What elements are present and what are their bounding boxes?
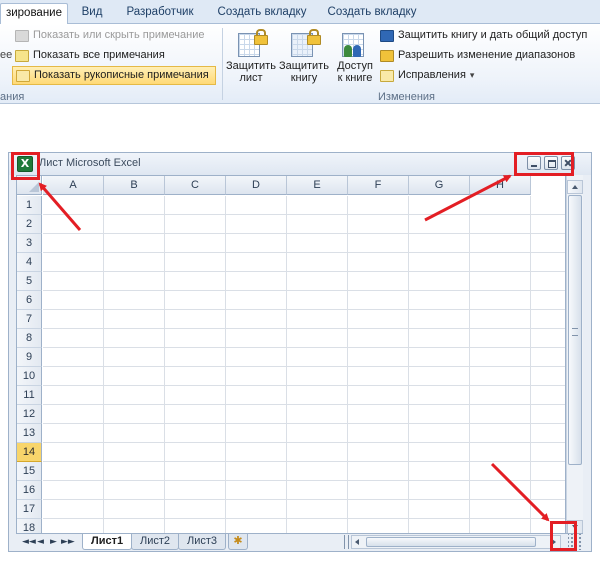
share-workbook-button[interactable]: Доступ к книге [330, 26, 380, 88]
row-header-8[interactable]: 8 [17, 329, 42, 348]
row-header-14[interactable]: 14 [17, 443, 42, 462]
protect-sheet-icon [236, 29, 268, 59]
share-workbook-label-1: Доступ [337, 60, 373, 72]
last-sheet-icon[interactable]: ►► [61, 536, 75, 548]
protect-workbook-label-1: Защитить [279, 60, 329, 72]
protect-workbook-label-2: книгу [290, 72, 318, 84]
row-header-13[interactable]: 13 [17, 424, 42, 443]
allow-edit-ranges-button[interactable]: Разрешить изменение диапазонов [377, 46, 597, 65]
highlight-box-window-controls [514, 152, 574, 176]
vertical-scroll-thumb[interactable] [568, 195, 582, 465]
protect-sheet-label-1: Защитить [226, 60, 276, 72]
tab-developer[interactable]: Разработчик [118, 3, 202, 24]
workbook-window: X Лист Microsoft Excel ABCDEFGH 12345678… [8, 152, 592, 552]
allow-edit-ranges-label: Разрешить изменение диапазонов [398, 49, 576, 61]
changes-group-caption: Изменения [378, 91, 435, 103]
sheet-tab-bar: ◄◄ ◄ ► ►► Лист1 Лист2 Лист3 ✱ [16, 533, 583, 550]
share-workbook-icon [340, 29, 370, 59]
notes-group-caption: ания [0, 91, 25, 103]
row-header-16[interactable]: 16 [17, 481, 42, 500]
next-sheet-icon[interactable]: ► [48, 536, 59, 548]
row-header-10[interactable]: 10 [17, 367, 42, 386]
notes-group-left-fragment: ее [0, 49, 13, 61]
horizontal-scroll-thumb[interactable] [366, 537, 536, 547]
scroll-up-icon[interactable] [567, 180, 583, 194]
highlight-box-app-icon [11, 152, 40, 180]
sheet-tab-3[interactable]: Лист3 [178, 534, 227, 550]
allow-ranges-icon [380, 49, 394, 62]
row-header-3[interactable]: 3 [17, 234, 42, 253]
track-changes-label: Исправления [398, 69, 466, 81]
chevron-down-icon: ▾ [469, 70, 475, 80]
horizontal-scrollbar[interactable] [351, 535, 561, 549]
row-header-5[interactable]: 5 [17, 272, 42, 291]
notes-icon [15, 49, 29, 62]
column-header-e[interactable]: E [287, 176, 348, 195]
protect-workbook-button[interactable]: Защитить книгу [279, 26, 329, 88]
tab-custom-1[interactable]: Создать вкладку [212, 3, 312, 24]
show-hide-note-button[interactable]: Показать или скрыть примечание [12, 26, 218, 45]
protect-sheet-button[interactable]: Защитить лист [226, 26, 276, 88]
show-ink-notes-button[interactable]: Показать рукописные примечания [12, 66, 216, 85]
cell-area[interactable] [43, 196, 565, 535]
row-header-1[interactable]: 1 [17, 196, 42, 215]
group-separator [222, 28, 223, 100]
sheet-tab-1[interactable]: Лист1 [82, 534, 133, 550]
sheet-tab-2[interactable]: Лист2 [131, 534, 180, 550]
column-header-a[interactable]: A [43, 176, 104, 195]
worksheet-grid: ABCDEFGH 1 2 3 4 5 6 7 8 9 10 11 12 13 14 15 16 17 18 [16, 175, 566, 536]
prev-sheet-icon[interactable]: ◄ [35, 536, 46, 548]
protect-sheet-label-2: лист [239, 72, 263, 84]
show-all-notes-label: Показать все примечания [33, 49, 165, 61]
column-header-g[interactable]: G [409, 176, 470, 195]
protect-workbook-icon [289, 29, 321, 59]
row-header-4[interactable]: 4 [17, 253, 42, 272]
track-changes-icon [380, 69, 394, 82]
show-ink-notes-label: Показать рукописные примечания [34, 69, 209, 81]
window-title-bar[interactable]: X Лист Microsoft Excel [9, 153, 591, 175]
row-header-15[interactable]: 15 [17, 462, 42, 481]
tab-view[interactable]: Вид [76, 3, 108, 24]
row-header-2[interactable]: 2 [17, 215, 42, 234]
column-header-d[interactable]: D [226, 176, 287, 195]
window-title: Лист Microsoft Excel [39, 157, 141, 169]
share-workbook-label-2: к книге [337, 72, 373, 84]
row-header-11[interactable]: 11 [17, 386, 42, 405]
vertical-scrollbar[interactable] [566, 175, 583, 536]
track-changes-button[interactable]: Исправления ▾ [377, 66, 487, 85]
scroll-left-icon[interactable] [352, 536, 364, 548]
tab-split-handle[interactable] [344, 535, 349, 549]
note-icon [15, 29, 29, 42]
column-header-f[interactable]: F [348, 176, 409, 195]
show-hide-note-label: Показать или скрыть примечание [33, 29, 205, 41]
ribbon-tab-strip: зирование Вид Разработчик Создать вкладк… [0, 0, 600, 25]
tab-custom-2[interactable]: Создать вкладку [322, 3, 422, 24]
row-header-17[interactable]: 17 [17, 500, 42, 519]
workspace-background [0, 104, 600, 152]
insert-sheet-icon[interactable]: ✱ [228, 534, 248, 550]
row-header-12[interactable]: 12 [17, 405, 42, 424]
row-header-9[interactable]: 9 [17, 348, 42, 367]
highlight-box-resize-grip [550, 521, 577, 551]
column-header-c[interactable]: C [165, 176, 226, 195]
protect-and-share-label: Защитить книгу и дать общий доступ [398, 29, 588, 41]
column-header-h[interactable]: H [470, 176, 531, 195]
ribbon-body: ее Показать или скрыть примечание Показа… [0, 24, 600, 104]
row-header-7[interactable]: 7 [17, 310, 42, 329]
tab-review[interactable]: зирование [0, 3, 68, 25]
column-header-b[interactable]: B [104, 176, 165, 195]
show-all-notes-button[interactable]: Показать все примечания [12, 46, 218, 65]
first-sheet-icon[interactable]: ◄◄ [22, 536, 36, 548]
protect-and-share-button[interactable]: Защитить книгу и дать общий доступ [377, 26, 597, 45]
row-header-6[interactable]: 6 [17, 291, 42, 310]
protect-share-icon [380, 29, 394, 42]
pen-icon [16, 69, 30, 82]
